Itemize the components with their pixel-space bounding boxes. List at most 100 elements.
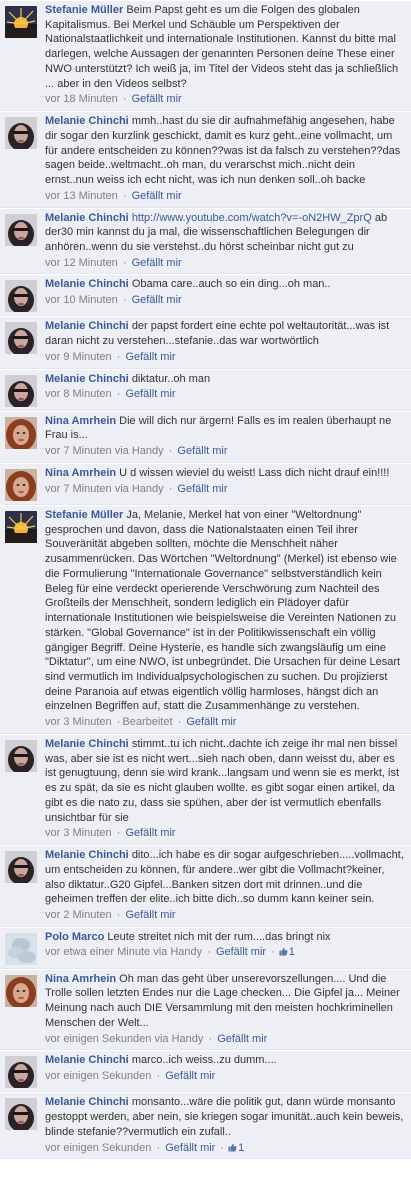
comment-timestamp[interactable]: vor 7 Minuten via Handy bbox=[45, 483, 164, 495]
meta-separator: · bbox=[220, 1141, 225, 1154]
comment-author[interactable]: Melanie Chinchi bbox=[45, 115, 129, 127]
comment-text: U d wissen wieviel du weist! Lass dich n… bbox=[119, 466, 390, 479]
avatar-melanie[interactable] bbox=[5, 739, 37, 772]
thumbs-up-icon bbox=[228, 1143, 237, 1152]
avatar-nina[interactable] bbox=[5, 974, 37, 1007]
comment-author[interactable]: Melanie Chinchi bbox=[45, 320, 129, 332]
avatar-image[interactable] bbox=[5, 374, 37, 407]
comment-7: Nina Amrhein Die will dich nur ärgern! F… bbox=[0, 410, 411, 463]
like-count[interactable]: 1 bbox=[289, 946, 295, 958]
comment-timestamp[interactable]: vor 18 Minuten bbox=[45, 93, 118, 105]
comment-author[interactable]: Nina Amrhein bbox=[45, 973, 116, 985]
comment-timestamp[interactable]: vor 8 Minuten bbox=[45, 388, 112, 400]
avatar-nina[interactable] bbox=[5, 468, 37, 501]
avatar-image[interactable] bbox=[5, 739, 37, 772]
comment-11: Melanie Chinchi dito...ich habe es dir s… bbox=[0, 845, 411, 927]
comment-body: Nina Amrhein Oh man das geht über unsere… bbox=[45, 972, 405, 1047]
comment-author[interactable]: Melanie Chinchi bbox=[45, 738, 129, 750]
comment-timestamp[interactable]: vor 3 Minuten bbox=[45, 716, 112, 728]
avatar-image[interactable] bbox=[5, 1098, 37, 1131]
comment-5: Melanie Chinchi der papst fordert eine e… bbox=[0, 316, 411, 369]
comment-10: Melanie Chinchi stimmt..tu ich nicht..da… bbox=[0, 733, 411, 846]
comment-author[interactable]: Melanie Chinchi bbox=[45, 1054, 129, 1066]
meta-separator: · bbox=[122, 256, 127, 269]
avatar-melanie[interactable] bbox=[5, 851, 37, 884]
comment-author[interactable]: Melanie Chinchi bbox=[45, 373, 129, 385]
avatar-stefanie[interactable] bbox=[5, 510, 37, 543]
like-button[interactable]: Gefällt mir bbox=[132, 93, 182, 105]
comment-timestamp[interactable]: vor einigen Sekunden via Handy bbox=[45, 1033, 203, 1045]
avatar-image[interactable] bbox=[5, 974, 37, 1007]
avatar-image[interactable] bbox=[5, 213, 37, 246]
avatar-polo[interactable] bbox=[5, 932, 37, 965]
avatar-image[interactable] bbox=[5, 468, 37, 501]
avatar-melanie[interactable] bbox=[5, 280, 37, 313]
comment-timestamp[interactable]: vor einigen Sekunden bbox=[45, 1142, 151, 1154]
comment-timestamp[interactable]: vor 9 Minuten bbox=[45, 351, 112, 363]
avatar-image[interactable] bbox=[5, 280, 37, 313]
avatar-nina[interactable] bbox=[5, 416, 37, 449]
like-button[interactable]: Gefällt mir bbox=[165, 1142, 215, 1154]
avatar-melanie[interactable] bbox=[5, 1098, 37, 1131]
like-button[interactable]: Gefällt mir bbox=[216, 946, 266, 958]
comment-body: Polo Marco Leute streitet nich mit der r… bbox=[45, 930, 405, 960]
comment-author[interactable]: Stefanie Müller bbox=[45, 4, 123, 16]
avatar-stefanie[interactable] bbox=[5, 6, 37, 38]
comment-author[interactable]: Polo Marco bbox=[45, 931, 104, 943]
comment-link[interactable]: http://www.youtube.com/watch?v=-oN2HW_Zp… bbox=[132, 212, 372, 224]
comment-author[interactable]: Melanie Chinchi bbox=[45, 849, 129, 861]
thumbs-up-icon bbox=[279, 948, 288, 957]
comment-author[interactable]: Melanie Chinchi bbox=[45, 212, 129, 224]
like-button[interactable]: Gefällt mir bbox=[177, 445, 227, 457]
comment-timestamp[interactable]: vor 10 Minuten bbox=[45, 294, 118, 306]
comment-author[interactable]: Nina Amrhein bbox=[45, 415, 116, 427]
comment-timestamp[interactable]: vor 3 Minuten bbox=[45, 827, 112, 839]
meta-separator: · bbox=[116, 827, 121, 840]
comment-meta: vor 9 Minuten · Gefällt mir bbox=[45, 350, 405, 365]
avatar-image[interactable] bbox=[5, 1056, 37, 1089]
like-button[interactable]: Gefällt mir bbox=[125, 827, 175, 839]
comment-8: Nina Amrhein U d wissen wieviel du weist… bbox=[0, 462, 411, 505]
comment-timestamp[interactable]: vor einigen Sekunden bbox=[45, 1070, 151, 1082]
like-button[interactable]: Gefällt mir bbox=[125, 388, 175, 400]
like-button[interactable]: Gefällt mir bbox=[125, 351, 175, 363]
like-button[interactable]: Gefällt mir bbox=[217, 1033, 267, 1045]
avatar-melanie[interactable] bbox=[5, 1056, 37, 1089]
like-count[interactable]: 1 bbox=[238, 1142, 244, 1154]
like-button[interactable]: Gefällt mir bbox=[132, 294, 182, 306]
comment-meta: vor 18 Minuten · Gefällt mir bbox=[45, 92, 405, 107]
meta-separator: · bbox=[208, 1032, 213, 1045]
like-button[interactable]: Gefällt mir bbox=[132, 190, 182, 202]
comment-meta: vor einigen Sekunden via Handy · Gefällt… bbox=[45, 1032, 405, 1047]
like-button[interactable]: Gefällt mir bbox=[132, 257, 182, 269]
avatar-melanie[interactable] bbox=[5, 213, 37, 246]
comment-body: Melanie Chinchi der papst fordert eine e… bbox=[45, 319, 405, 364]
avatar-image[interactable] bbox=[5, 6, 37, 38]
comment-author[interactable]: Stefanie Müller bbox=[45, 509, 123, 521]
avatar-image[interactable] bbox=[5, 416, 37, 449]
comment-text-line: Polo Marco Leute streitet nich mit der r… bbox=[45, 930, 405, 945]
like-button[interactable]: Gefällt mir bbox=[186, 716, 236, 728]
like-button[interactable]: Gefällt mir bbox=[125, 909, 175, 921]
comment-timestamp[interactable]: vor 7 Minuten via Handy bbox=[45, 445, 164, 457]
comment-author[interactable]: Melanie Chinchi bbox=[45, 278, 129, 290]
like-button[interactable]: Gefällt mir bbox=[177, 483, 227, 495]
comment-timestamp[interactable]: vor 2 Minuten bbox=[45, 909, 112, 921]
comment-meta: vor etwa einer Minute via Handy · Gefäll… bbox=[45, 945, 405, 960]
avatar-melanie[interactable] bbox=[5, 117, 37, 150]
like-button[interactable]: Gefällt mir bbox=[165, 1070, 215, 1082]
comment-timestamp[interactable]: vor 12 Minuten bbox=[45, 257, 118, 269]
comment-body: Melanie Chinchi mmh..hast du sie dir auf… bbox=[45, 114, 405, 203]
avatar-image[interactable] bbox=[5, 851, 37, 884]
avatar-image[interactable] bbox=[5, 322, 37, 355]
avatar-image[interactable] bbox=[5, 932, 37, 965]
comment-meta: vor 7 Minuten via Handy · Gefällt mir bbox=[45, 444, 405, 459]
comment-timestamp[interactable]: vor etwa einer Minute via Handy bbox=[45, 946, 202, 958]
comment-author[interactable]: Nina Amrhein bbox=[45, 467, 116, 479]
avatar-melanie[interactable] bbox=[5, 374, 37, 407]
avatar-melanie[interactable] bbox=[5, 322, 37, 355]
comment-timestamp[interactable]: vor 13 Minuten bbox=[45, 190, 118, 202]
avatar-image[interactable] bbox=[5, 510, 37, 543]
avatar-image[interactable] bbox=[5, 117, 37, 150]
comment-author[interactable]: Melanie Chinchi bbox=[45, 1096, 129, 1108]
